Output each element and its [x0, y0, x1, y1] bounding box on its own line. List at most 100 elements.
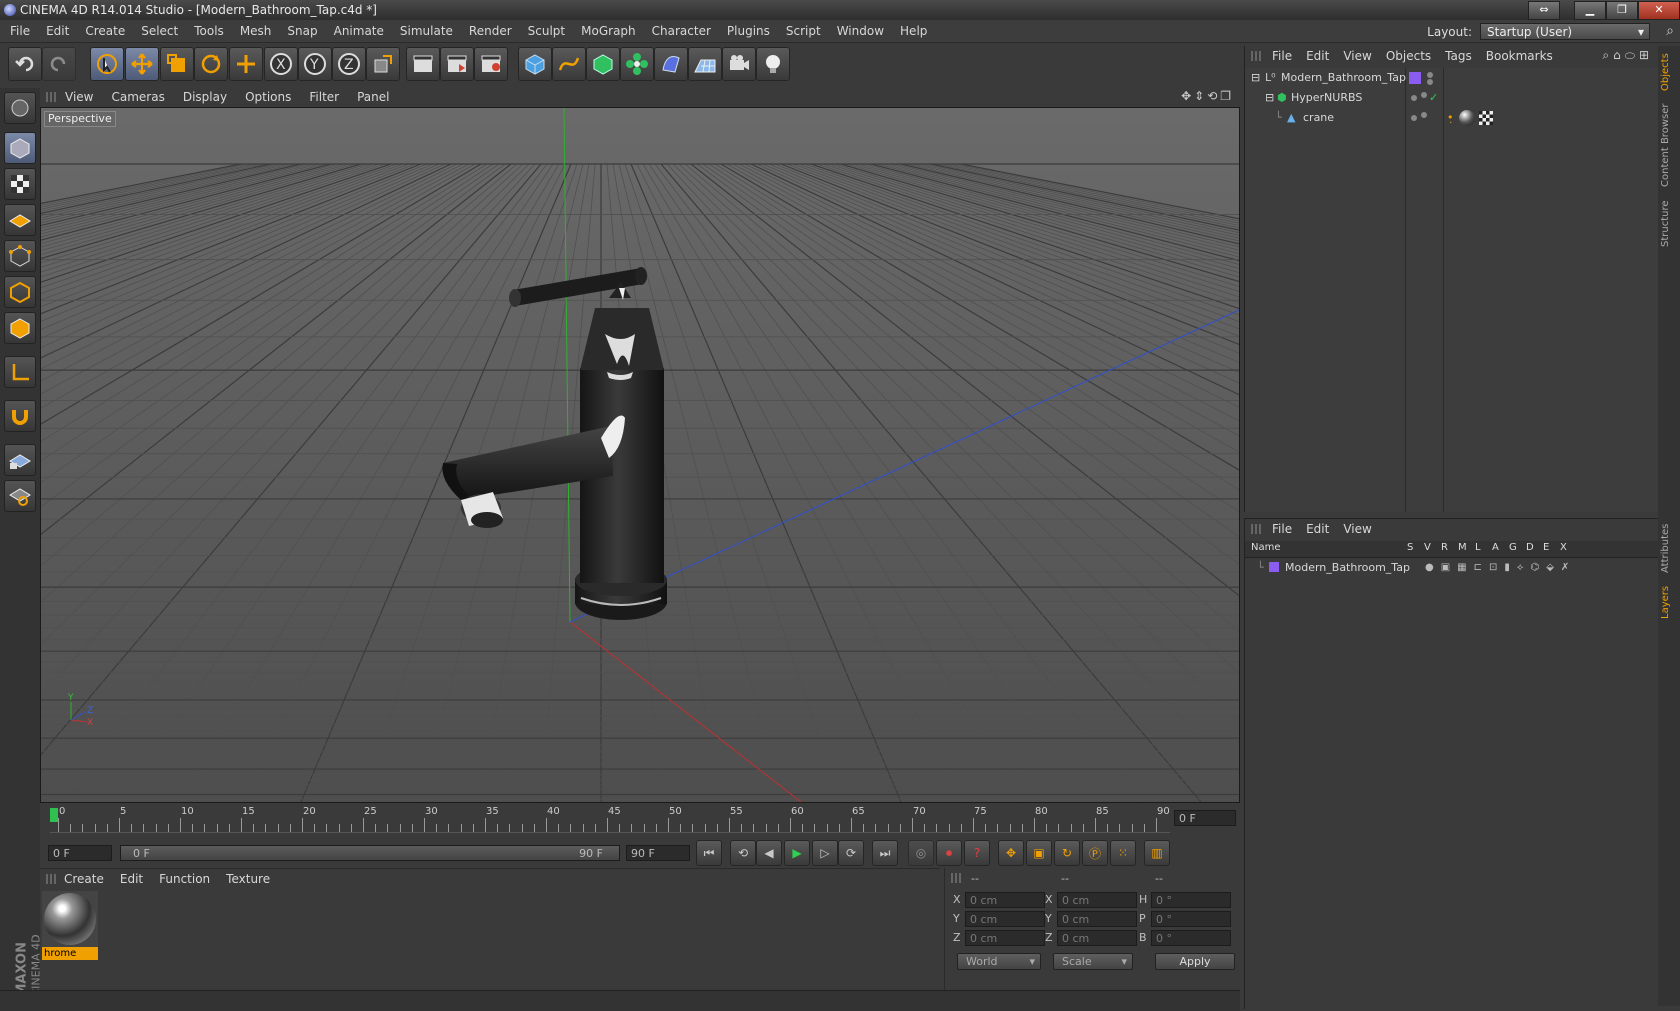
coord-value-field[interactable]: 0 °: [1151, 911, 1231, 927]
tab-structure[interactable]: Structure: [1660, 196, 1678, 252]
step-back-button[interactable]: ◀: [756, 840, 782, 866]
layer-column-s[interactable]: S: [1407, 542, 1413, 553]
layout-dropdown[interactable]: Startup (User) ▾: [1480, 23, 1650, 40]
coordinate-system-button[interactable]: [366, 47, 400, 81]
close-button[interactable]: ✕: [1638, 1, 1680, 20]
coord-value-field[interactable]: 0 cm: [965, 892, 1045, 908]
workplane-mode-button[interactable]: [4, 204, 36, 236]
menu-create[interactable]: Create: [77, 20, 133, 42]
add-nurbs-button[interactable]: [586, 47, 620, 81]
object-menu-edit[interactable]: Edit: [1299, 46, 1336, 66]
editor-visibility-dot[interactable]: [1427, 72, 1433, 78]
menu-select[interactable]: Select: [133, 20, 186, 42]
layer-column-x[interactable]: X: [1560, 542, 1567, 553]
lock-workplane-button[interactable]: [4, 444, 36, 476]
layer-menu-view[interactable]: View: [1336, 519, 1378, 539]
search-icon[interactable]: ⌕: [1666, 23, 1674, 39]
object-menu-view[interactable]: View: [1336, 46, 1378, 66]
timeline-playhead[interactable]: [50, 808, 58, 822]
record-rotation-button[interactable]: ↻: [1054, 840, 1080, 866]
coord-value-field[interactable]: 0 °: [1151, 930, 1231, 946]
menu-sculpt[interactable]: Sculpt: [520, 20, 573, 42]
add-light-button[interactable]: [756, 47, 790, 81]
render-visibility-dot[interactable]: [1421, 112, 1427, 118]
tab-attributes[interactable]: Attributes: [1660, 518, 1678, 578]
texture-mode-button[interactable]: [4, 168, 36, 200]
coord-value-field[interactable]: 0 cm: [1057, 930, 1137, 946]
size-mode-dropdown[interactable]: Scale ▾: [1053, 953, 1133, 970]
viewport-menu-display[interactable]: Display: [174, 87, 236, 107]
menu-mograph[interactable]: MoGraph: [573, 20, 644, 42]
go-to-next-key-button[interactable]: ⟳: [838, 840, 864, 866]
viewport-menu-filter[interactable]: Filter: [300, 87, 348, 107]
layer-column-r[interactable]: R: [1441, 542, 1448, 553]
layer-column-d[interactable]: D: [1526, 542, 1534, 553]
object-row-crane[interactable]: └ ▲ crane •̣: [1245, 108, 1659, 128]
coord-value-field[interactable]: 0 cm: [1057, 892, 1137, 908]
material-tag-icon[interactable]: [1459, 110, 1475, 126]
y-axis-lock-button[interactable]: Y: [298, 47, 332, 81]
motion-recording-button[interactable]: ◎: [908, 840, 934, 866]
axis-mode-button[interactable]: [4, 356, 36, 388]
autokeying-button[interactable]: ⏺: [936, 840, 962, 866]
layer-color-swatch[interactable]: [1409, 72, 1421, 84]
material-menu-texture[interactable]: Texture: [218, 869, 278, 889]
live-selection-button[interactable]: [90, 47, 124, 81]
object-row-hypernurbs[interactable]: ⊟ ⬢ HyperNURBS ✓: [1245, 88, 1659, 108]
z-axis-lock-button[interactable]: Z: [332, 47, 366, 81]
edges-mode-button[interactable]: [4, 276, 36, 308]
layer-menu-file[interactable]: File: [1265, 519, 1299, 539]
timeline-window-button[interactable]: ▥: [1144, 840, 1170, 866]
x-axis-lock-button[interactable]: X: [264, 47, 298, 81]
menu-help[interactable]: Help: [892, 20, 935, 42]
viewport-nav-icons[interactable]: ✥⇕⟲❐: [1181, 89, 1234, 103]
menu-snap[interactable]: Snap: [279, 20, 325, 42]
render-view-button[interactable]: [406, 47, 440, 81]
layer-menu-edit[interactable]: Edit: [1299, 519, 1336, 539]
keyframe-selection-button[interactable]: ?: [964, 840, 990, 866]
add-environment-button[interactable]: [688, 47, 722, 81]
material-menu-function[interactable]: Function: [151, 869, 218, 889]
layer-column-a[interactable]: A: [1492, 542, 1499, 553]
menu-simulate[interactable]: Simulate: [392, 20, 461, 42]
end-frame-field[interactable]: 90 F: [626, 845, 690, 861]
render-visibility-dot[interactable]: [1421, 92, 1427, 98]
record-scale-button[interactable]: ▣: [1026, 840, 1052, 866]
menu-file[interactable]: File: [2, 20, 38, 42]
material-chrome[interactable]: hrome: [42, 891, 100, 963]
layer-column-e[interactable]: E: [1543, 542, 1549, 553]
current-frame-field[interactable]: 0 F: [1174, 810, 1236, 826]
viewport-menu-cameras[interactable]: Cameras: [102, 87, 173, 107]
object-menu-objects[interactable]: Objects: [1379, 46, 1438, 66]
layer-flag-icons[interactable]: ●▣▦⊏⊡▮⟡⌬⬙✗: [1425, 558, 1576, 578]
coord-value-field[interactable]: 0 cm: [1057, 911, 1137, 927]
record-position-button[interactable]: ✥: [998, 840, 1024, 866]
scale-tool-button[interactable]: [160, 47, 194, 81]
start-frame-field[interactable]: 0 F: [48, 845, 112, 861]
points-mode-button[interactable]: [4, 240, 36, 272]
object-row-modern-bathroom-tap[interactable]: ⊟ L⁰ Modern_Bathroom_Tap: [1245, 68, 1659, 88]
layer-color-swatch[interactable]: [1269, 562, 1279, 572]
record-parameter-button[interactable]: Ⓟ: [1082, 840, 1108, 866]
move-tool-button[interactable]: [125, 47, 159, 81]
planar-workplane-button[interactable]: [4, 480, 36, 512]
timeline-ruler[interactable]: 0 5 10 15 20 25 30 35 40 45 50 55 60 65 70 75 80 85 90 0 F: [40, 806, 1240, 834]
menu-edit[interactable]: Edit: [38, 20, 77, 42]
layer-column-name[interactable]: Name: [1251, 542, 1281, 553]
layer-column-m[interactable]: M: [1458, 542, 1467, 553]
object-menu-bookmarks[interactable]: Bookmarks: [1479, 46, 1560, 66]
make-editable-button[interactable]: [4, 92, 36, 124]
redo-button[interactable]: [42, 47, 76, 81]
step-forward-button[interactable]: ▷: [812, 840, 838, 866]
material-menu-create[interactable]: Create: [56, 869, 112, 889]
menu-window[interactable]: Window: [829, 20, 892, 42]
uvw-tag-icon[interactable]: [1479, 111, 1493, 125]
go-to-end-button[interactable]: ⏭: [872, 840, 898, 866]
record-point-level-button[interactable]: ⁙: [1110, 840, 1136, 866]
object-menu-file[interactable]: File: [1265, 46, 1299, 66]
layer-column-v[interactable]: V: [1424, 542, 1431, 553]
render-settings-button[interactable]: [474, 47, 508, 81]
maximize-button[interactable]: ❐: [1606, 1, 1638, 20]
render-visibility-dot[interactable]: [1427, 79, 1433, 85]
perspective-viewport[interactable]: Y Z X Perspective: [40, 107, 1240, 803]
